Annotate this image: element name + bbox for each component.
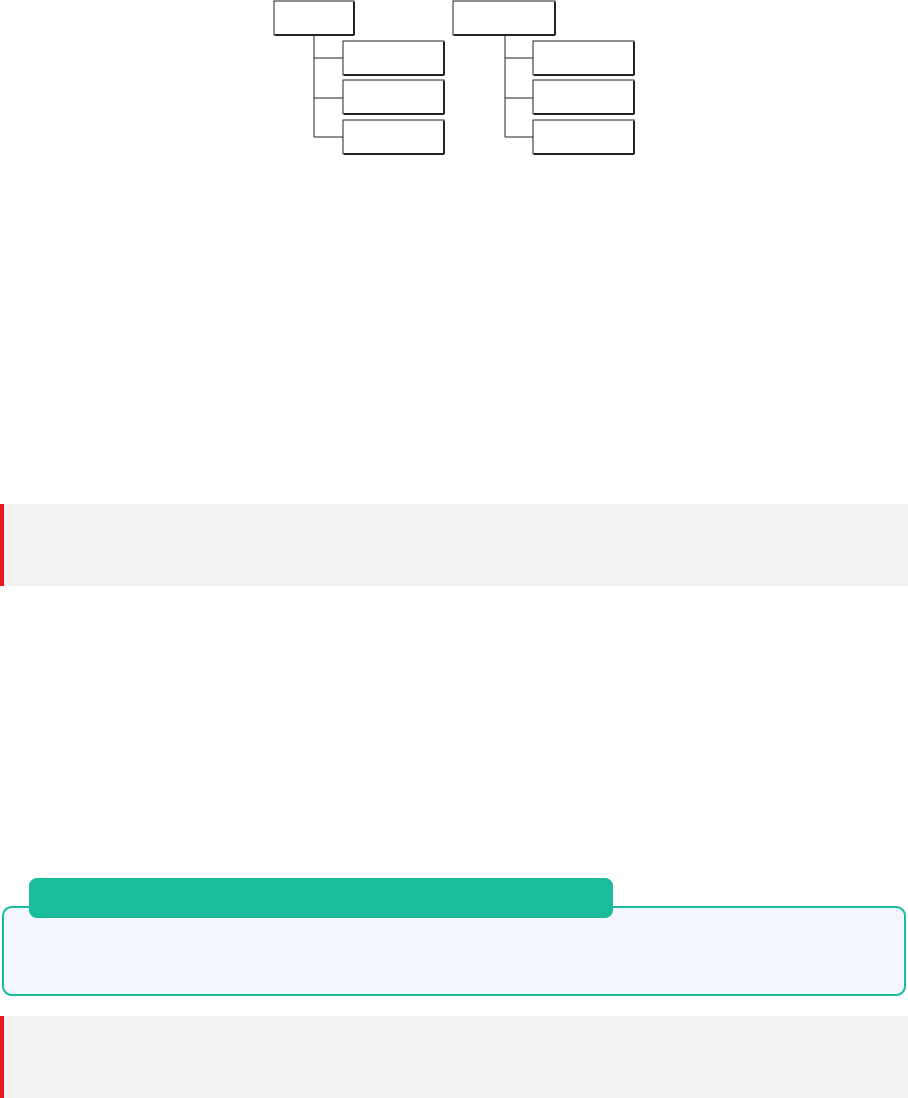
tree-diagram (0, 0, 908, 170)
right-child-node-3 (532, 119, 635, 155)
right-child-node-2 (532, 79, 635, 115)
left-child-node-3 (342, 119, 445, 155)
left-child-node-2 (342, 79, 445, 115)
document-page (0, 0, 908, 1098)
right-root-node (452, 0, 556, 36)
left-child-node-1 (342, 40, 445, 76)
tip-callout (2, 906, 906, 996)
left-root-node (273, 0, 355, 36)
right-child-node-1 (532, 40, 635, 76)
right-tree-connectors (504, 36, 533, 138)
tip-callout-header (29, 878, 613, 918)
note-callout-1 (0, 504, 908, 586)
left-tree-connectors (313, 36, 343, 138)
note-callout-2 (0, 1016, 908, 1098)
tree-diagram-graphic (273, 0, 635, 155)
